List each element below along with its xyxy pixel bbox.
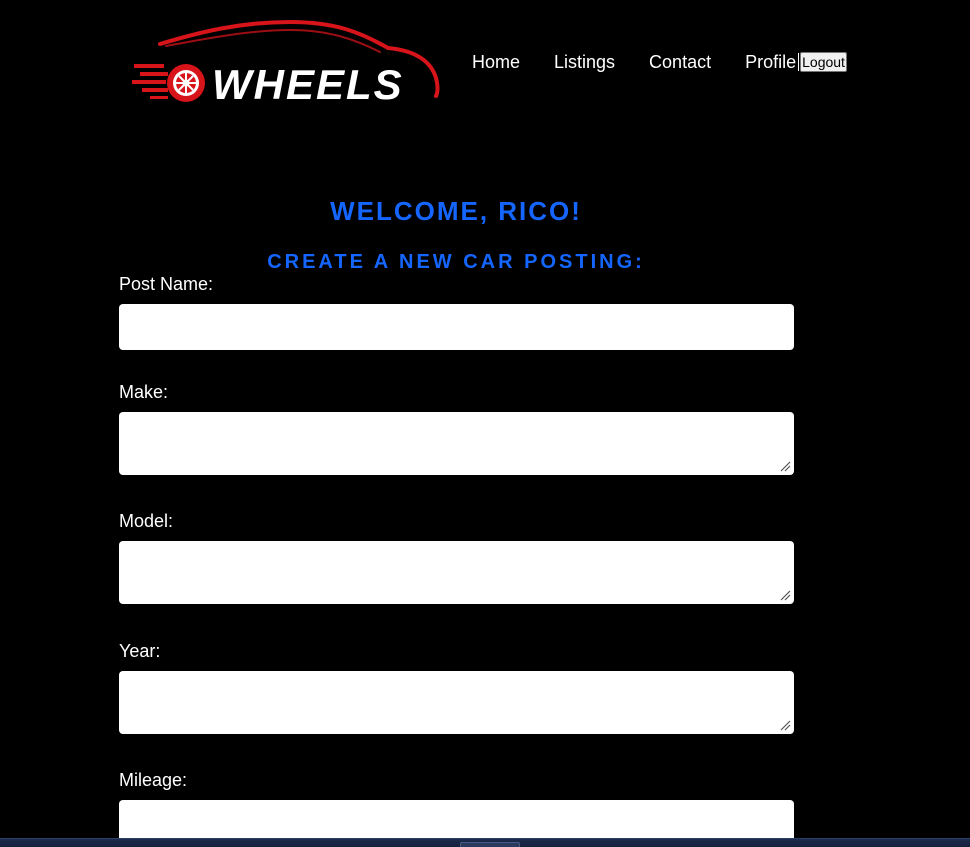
wheels-logo[interactable]: WHEELS [130,18,442,106]
make-textarea[interactable] [119,412,794,475]
page: WHEELS Home Listings Contact Profile Log… [0,0,970,847]
year-textarea[interactable] [119,671,794,734]
mileage-label: Mileage: [119,770,188,790]
speed-lines [132,64,168,99]
post-name-input[interactable] [119,304,794,350]
taskbar-item[interactable] [460,842,520,847]
logo-text: WHEELS [212,61,404,106]
nav-home-link[interactable]: Home [472,51,520,73]
nav-separator [798,53,800,71]
model-textarea[interactable] [119,541,794,604]
main-nav: Home Listings Contact Profile Logout [472,50,847,74]
model-label: Model: [119,511,174,531]
nav-contact-link[interactable]: Contact [649,51,711,73]
wheel-icon [167,64,205,102]
nav-profile-link[interactable]: Profile [745,51,796,73]
make-label: Make: [119,382,169,402]
create-posting-heading: CREATE A NEW CAR POSTING: [267,251,645,273]
year-label: Year: [119,641,161,661]
welcome-heading: WELCOME, RICO! [330,196,582,226]
nav-listings-link[interactable]: Listings [554,51,615,73]
post-name-label: Post Name: [119,274,214,294]
logo-graphic: WHEELS [132,19,440,106]
logout-button[interactable]: Logout [800,52,847,72]
